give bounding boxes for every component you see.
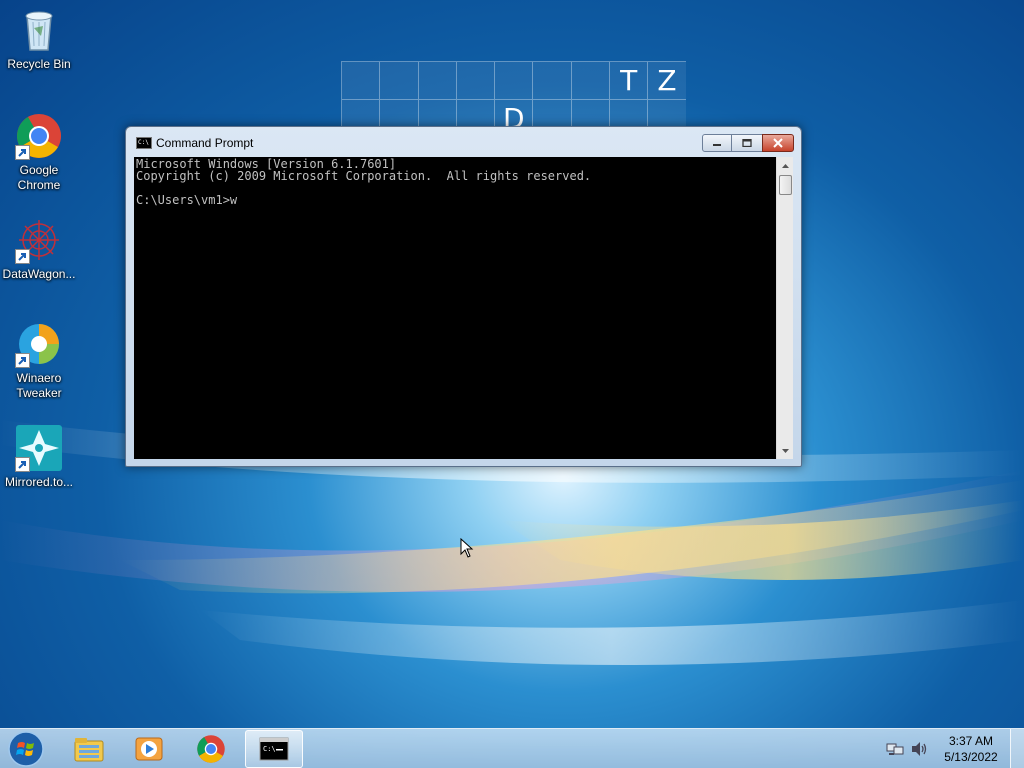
arrow-up-icon	[782, 163, 789, 168]
crossword-cell	[495, 62, 534, 100]
window-controls	[702, 134, 794, 153]
crossword-widget: T Z D	[341, 61, 686, 129]
taskbar-media-player[interactable]	[120, 730, 178, 768]
window-titlebar[interactable]: C:\ Command Prompt	[126, 127, 801, 157]
window-title: Command Prompt	[156, 136, 254, 150]
network-icon[interactable]	[886, 741, 904, 757]
crossword-cell: D	[495, 100, 534, 129]
shortcut-arrow-icon	[15, 457, 30, 472]
clock-time: 3:37 AM	[948, 734, 994, 748]
command-prompt-window[interactable]: C:\ Command Prompt Microsoft Windows [Ve…	[125, 126, 802, 467]
minimize-button[interactable]	[702, 134, 732, 152]
minimize-icon	[713, 144, 721, 146]
desktop-icon-label: Google Chrome	[17, 163, 61, 192]
crossword-cell	[571, 62, 611, 100]
crossword-cell	[342, 62, 381, 100]
clock-date: 5/13/2022	[944, 750, 998, 764]
shortcut-arrow-icon	[15, 145, 30, 160]
crossword-cell	[571, 100, 611, 129]
show-desktop-button[interactable]	[1010, 729, 1024, 768]
command-prompt-icon[interactable]: C:\	[136, 137, 152, 149]
desktop-icon-label: Mirrored.to...	[4, 475, 73, 489]
desktop-icon-mirrored-to[interactable]: Mirrored.to...	[0, 424, 78, 490]
scroll-thumb[interactable]	[779, 175, 792, 195]
chrome-icon	[197, 735, 225, 763]
command-prompt-icon: C:\	[259, 737, 289, 761]
desktop-icon-google-chrome[interactable]: Google Chrome	[0, 112, 78, 193]
maximize-icon	[742, 139, 752, 147]
crossword-cell: Z	[648, 62, 686, 100]
recycle-bin-icon	[15, 6, 63, 54]
windows-logo-icon	[8, 731, 44, 767]
datawagon-icon	[15, 216, 63, 264]
crossword-cell	[533, 62, 572, 100]
shortcut-arrow-icon	[15, 249, 30, 264]
crossword-cell	[380, 62, 419, 100]
desktop-icon-label: Recycle Bin	[7, 57, 71, 71]
crossword-cell	[418, 100, 457, 129]
taskbar-google-chrome[interactable]	[182, 730, 240, 768]
console-line: Copyright (c) 2009 Microsoft Corporation…	[136, 169, 592, 183]
crossword-cell	[648, 100, 686, 129]
taskbar: C:\ 3:37 AM 5/13/2022	[0, 728, 1024, 768]
mirrored-to-icon	[15, 424, 63, 472]
system-tray: 3:37 AM 5/13/2022	[884, 729, 1024, 768]
crossword-cell	[610, 100, 649, 129]
desktop-icon-label: DataWagon...	[2, 267, 76, 281]
scroll-up-button[interactable]	[777, 157, 794, 174]
console-prompt-line[interactable]: C:\Users\vm1>w	[136, 194, 774, 206]
crossword-cell: T	[610, 62, 649, 100]
console-output[interactable]: Microsoft Windows [Version 6.1.7601] Cop…	[134, 157, 776, 459]
close-icon	[773, 138, 783, 148]
desktop-icon-winaero-tweaker[interactable]: Winaero Tweaker	[0, 320, 78, 401]
svg-text:C:\: C:\	[263, 745, 276, 753]
chrome-icon	[15, 112, 63, 160]
shortcut-arrow-icon	[15, 353, 30, 368]
crossword-cell	[533, 100, 572, 129]
close-button[interactable]	[762, 134, 794, 152]
windows-explorer-icon	[74, 738, 104, 762]
desktop-icon-datawagon[interactable]: DataWagon...	[0, 216, 78, 282]
vertical-scrollbar[interactable]	[776, 157, 793, 459]
volume-icon[interactable]	[910, 741, 928, 757]
winaero-tweaker-icon	[15, 320, 63, 368]
crossword-cell	[456, 100, 496, 129]
arrow-down-icon	[782, 448, 789, 453]
taskbar-command-prompt[interactable]: C:\	[245, 730, 303, 768]
crossword-cell	[418, 62, 457, 100]
crossword-cell	[342, 100, 381, 129]
start-button[interactable]	[4, 730, 48, 768]
desktop-icon-recycle-bin[interactable]: Recycle Bin	[0, 6, 78, 72]
clock[interactable]: 3:37 AM 5/13/2022	[936, 733, 1006, 765]
crossword-cell	[380, 100, 419, 129]
media-player-icon	[135, 737, 163, 761]
taskbar-windows-explorer[interactable]	[60, 730, 118, 768]
desktop-icon-label: Winaero Tweaker	[16, 371, 62, 400]
scroll-down-button[interactable]	[777, 442, 794, 459]
maximize-button[interactable]	[731, 134, 763, 152]
mouse-cursor-icon	[460, 538, 474, 558]
crossword-cell	[456, 62, 496, 100]
